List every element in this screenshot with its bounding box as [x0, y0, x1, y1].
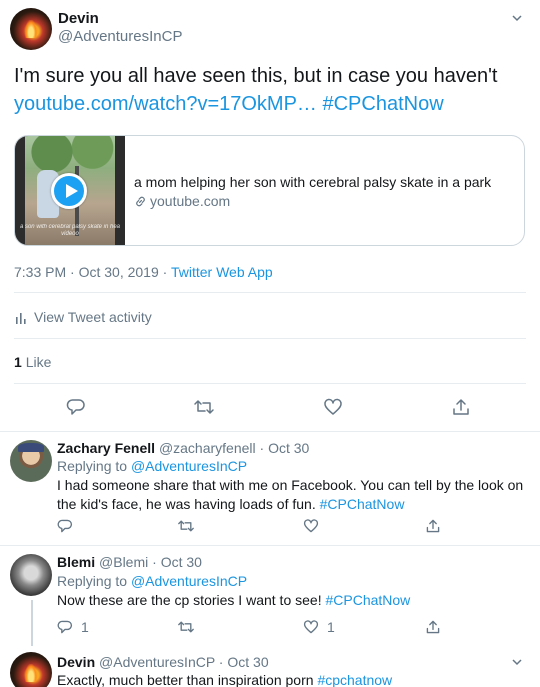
reply-text: Exactly, much better than inspiration po… — [57, 672, 393, 687]
avatar[interactable] — [10, 440, 52, 482]
reply-header: Blemi @Blemi · Oct 30 — [57, 554, 202, 570]
like-button[interactable] — [323, 397, 343, 417]
tweet-text: I'm sure you all have seen this, but in … — [14, 62, 529, 118]
tweet-date[interactable]: Oct 30, 2019 — [79, 264, 159, 280]
bar-chart-icon — [16, 313, 26, 324]
reply-tweet[interactable]: Blemi @Blemi · Oct 30 Replying to @Adven… — [0, 546, 540, 646]
hashtag-link[interactable]: #cpchatnow — [317, 672, 392, 687]
avatar[interactable] — [10, 652, 52, 687]
divider — [14, 292, 526, 293]
heart-icon — [303, 620, 319, 634]
link-preview-card[interactable]: a son with cerebral palsy skate in hea v… — [14, 135, 525, 246]
video-thumbnail[interactable]: a son with cerebral palsy skate in hea v… — [15, 136, 125, 245]
main-tweet: Devin @AdventuresInCP I'm sure you all h… — [0, 0, 540, 432]
reply-count: 1 — [81, 619, 89, 635]
tweet-date[interactable]: Oct 30 — [161, 554, 202, 570]
thumbnail-caption: a son with cerebral palsy skate in hea v… — [19, 224, 121, 237]
like-count-number: 1 — [14, 354, 22, 370]
card-domain-text: youtube.com — [150, 193, 231, 209]
replying-label: Replying to — [57, 458, 128, 474]
share-button[interactable] — [425, 619, 441, 635]
reply-icon — [57, 519, 73, 533]
share-button[interactable] — [451, 397, 471, 417]
card-title: a mom helping her son with cerebral pals… — [134, 174, 492, 190]
likes-count[interactable]: 1 Like — [14, 354, 51, 370]
tweet-time[interactable]: 7:33 PM — [14, 264, 66, 280]
tweet-text-line: I'm sure you all have seen this, but in … — [14, 65, 498, 87]
view-activity-link[interactable]: View Tweet activity — [14, 309, 152, 325]
author-name[interactable]: Blemi — [57, 554, 95, 570]
hashtag-link[interactable]: #CPChatNow — [320, 496, 405, 512]
reply-tweet[interactable]: Zachary Fenell @zacharyfenell · Oct 30 R… — [0, 432, 540, 546]
tweet-meta: 7:33 PM · Oct 30, 2019 · Twitter Web App — [14, 264, 273, 280]
author-handle[interactable]: @Blemi — [99, 554, 148, 570]
tweet-date[interactable]: Oct 30 — [227, 654, 268, 670]
replying-handle[interactable]: @AdventuresInCP — [131, 573, 247, 589]
chevron-down-icon[interactable] — [511, 656, 523, 668]
like-button[interactable] — [303, 518, 327, 534]
author-handle[interactable]: @zacharyfenell — [159, 440, 256, 456]
reply-button[interactable]: 1 — [57, 619, 89, 635]
avatar[interactable] — [10, 8, 52, 50]
share-icon — [426, 519, 440, 533]
like-count: 1 — [327, 619, 335, 635]
reply-button[interactable] — [57, 518, 81, 534]
author-name[interactable]: Zachary Fenell — [57, 440, 155, 456]
youtube-link[interactable]: youtube.com/watch?v=17OkMP… — [14, 93, 317, 115]
hashtag-link[interactable]: #CPChatNow — [322, 93, 443, 115]
hashtag-link[interactable]: #CPChatNow — [325, 592, 410, 608]
reply-text: Now these are the cp stories I want to s… — [57, 592, 411, 608]
reply-text: I had someone share that with me on Face… — [57, 477, 524, 512]
reply-header: Devin @AdventuresInCP · Oct 30 — [57, 654, 269, 670]
avatar[interactable] — [10, 554, 52, 596]
card-domain: youtube.com — [134, 193, 230, 209]
play-icon[interactable] — [51, 173, 87, 209]
reply-header: Zachary Fenell @zacharyfenell · Oct 30 — [57, 440, 310, 456]
reply-tweet[interactable]: Devin @AdventuresInCP · Oct 30 Exactly, … — [0, 646, 540, 687]
author-handle[interactable]: @AdventuresInCP — [58, 28, 182, 45]
author-handle[interactable]: @AdventuresInCP — [99, 654, 215, 670]
replying-to: Replying to @AdventuresInCP — [57, 458, 247, 474]
author-name[interactable]: Devin — [58, 10, 99, 27]
retweet-button[interactable] — [177, 619, 195, 635]
share-icon — [426, 620, 440, 634]
reply-icon — [57, 620, 73, 634]
divider — [14, 338, 526, 339]
retweet-icon — [194, 400, 214, 414]
share-button[interactable] — [425, 518, 441, 534]
chevron-down-icon[interactable] — [511, 12, 523, 24]
replying-handle[interactable]: @AdventuresInCP — [131, 458, 247, 474]
activity-label: View Tweet activity — [34, 309, 152, 325]
author-name[interactable]: Devin — [57, 654, 95, 670]
retweet-icon — [178, 520, 194, 532]
heart-icon — [324, 398, 342, 415]
retweet-icon — [178, 621, 194, 633]
reply-icon — [66, 399, 85, 415]
reply-button[interactable] — [66, 397, 86, 417]
retweet-button[interactable] — [177, 518, 195, 534]
link-icon — [136, 196, 145, 207]
tweet-date[interactable]: Oct 30 — [268, 440, 309, 456]
tweet-source[interactable]: Twitter Web App — [171, 264, 273, 280]
replying-to: Replying to @AdventuresInCP — [57, 573, 247, 589]
divider — [14, 383, 526, 384]
heart-icon — [303, 519, 319, 533]
retweet-button[interactable] — [193, 397, 215, 417]
replying-label: Replying to — [57, 573, 128, 589]
like-count-label: Like — [25, 354, 52, 370]
like-button[interactable]: 1 — [303, 619, 335, 635]
share-icon — [453, 399, 469, 415]
thread-line — [31, 600, 33, 646]
